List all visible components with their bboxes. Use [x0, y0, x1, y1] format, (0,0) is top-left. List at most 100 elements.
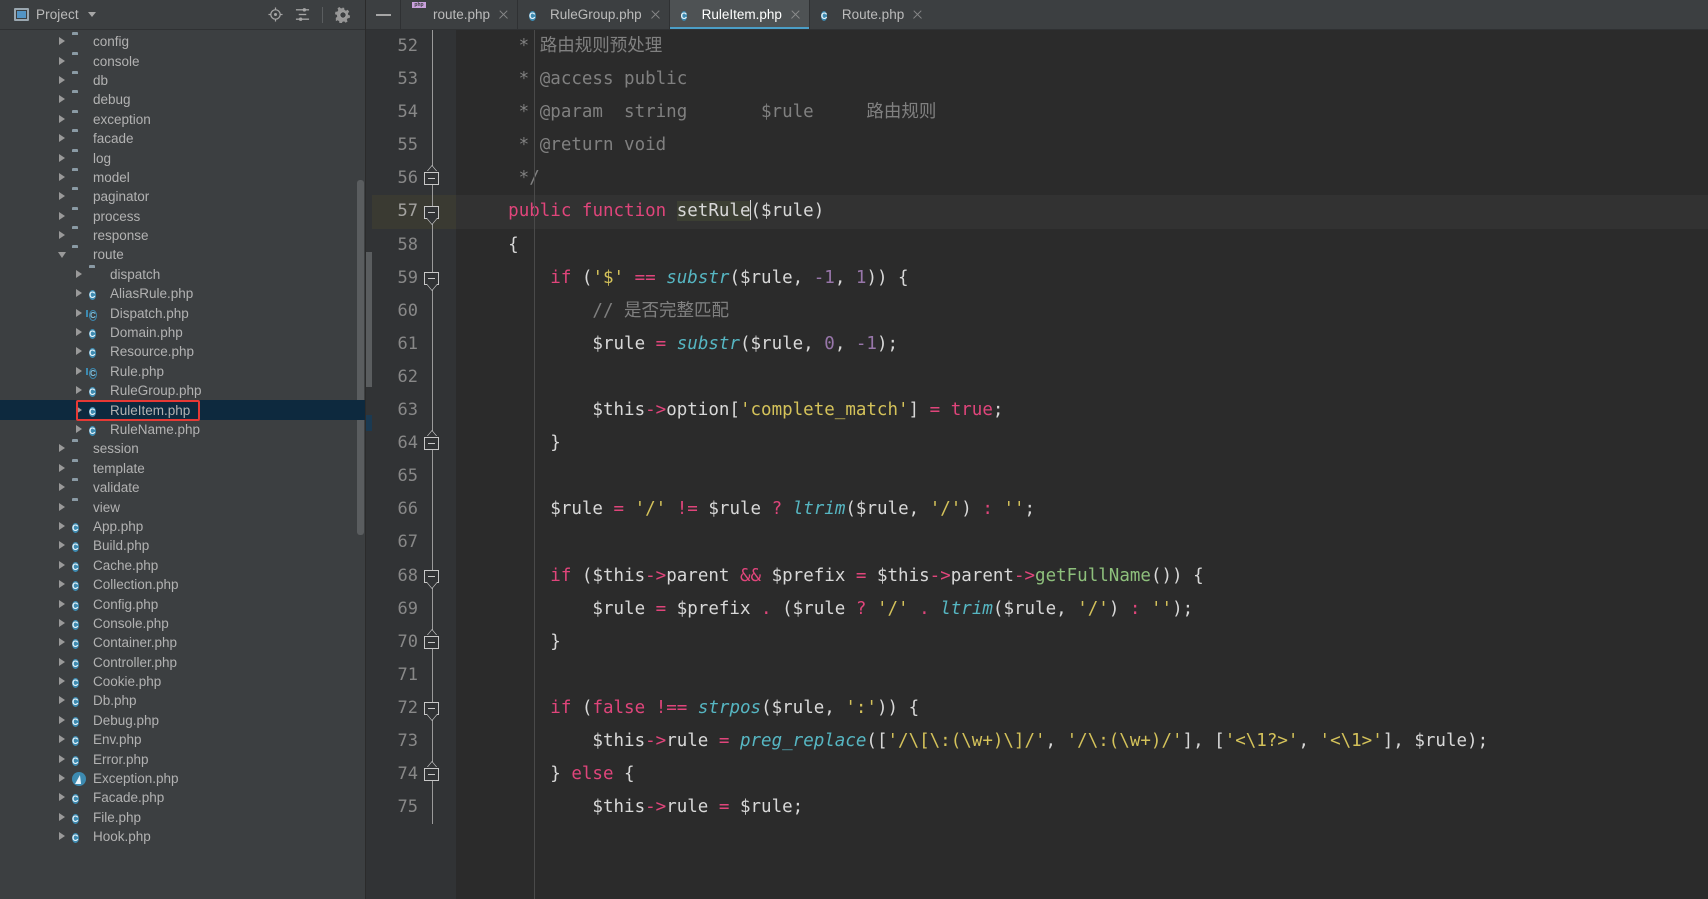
tree-item-debug[interactable]: debug [0, 90, 365, 109]
chevron-down-icon[interactable] [58, 250, 67, 259]
tree-item-process[interactable]: process [0, 207, 365, 226]
code-line[interactable] [456, 659, 1708, 692]
chevron-right-icon[interactable] [75, 366, 84, 376]
chevron-right-icon[interactable] [58, 696, 67, 705]
tree-item-resource[interactable]: C Resource.php [0, 342, 365, 361]
chevron-right-icon[interactable] [58, 580, 67, 589]
chevron-right-icon[interactable] [75, 289, 84, 298]
editor-tab-route[interactable]: route.php [400, 0, 517, 29]
tree-item-cache[interactable]: C Cache.php [0, 556, 365, 575]
tree-item-rule[interactable]: C Rule.php [0, 362, 365, 381]
chevron-right-icon[interactable] [58, 75, 67, 85]
chevron-right-icon[interactable] [58, 657, 67, 667]
fold-end-icon[interactable] [424, 635, 439, 649]
code-line[interactable]: $rule = $prefix . ($rule ? '/' . ltrim($… [456, 593, 1708, 626]
tree-item-response[interactable]: response [0, 226, 365, 245]
tree-item-session[interactable]: session [0, 439, 365, 458]
chevron-right-icon[interactable] [75, 328, 84, 337]
fold-collapse-icon[interactable] [424, 702, 439, 716]
tree-item-rulegroup[interactable]: C RuleGroup.php [0, 381, 365, 400]
chevron-right-icon[interactable] [75, 308, 84, 318]
chevron-right-icon[interactable] [75, 269, 84, 279]
code-line[interactable]: public function setRule($rule) [456, 195, 1708, 229]
chevron-right-icon[interactable] [58, 172, 67, 182]
tree-item-console[interactable]: console [0, 51, 365, 70]
chevron-right-icon[interactable] [58, 754, 67, 764]
editor-tab-ruleitem[interactable]: C RuleItem.php [668, 0, 810, 29]
code-line[interactable]: if (false !== strpos($rule, ':')) { [456, 692, 1708, 725]
close-icon[interactable] [498, 9, 509, 20]
chevron-down-icon[interactable] [87, 12, 96, 17]
chevron-right-icon[interactable] [75, 386, 84, 395]
code-line[interactable]: } else { [456, 758, 1708, 791]
fold-end-icon[interactable] [424, 172, 439, 186]
tree-item-build[interactable]: C Build.php [0, 536, 365, 555]
tree-item-hook[interactable]: C Hook.php [0, 827, 365, 846]
chevron-right-icon[interactable] [58, 774, 67, 783]
tree-item-paginator[interactable]: paginator [0, 187, 365, 206]
chevron-right-icon[interactable] [58, 502, 67, 512]
fold-end-icon[interactable] [424, 768, 439, 782]
chevron-right-icon[interactable] [75, 425, 84, 434]
code-line[interactable]: * @access public [456, 63, 1708, 96]
code-line[interactable]: */ [456, 162, 1708, 195]
tree-item-log[interactable]: log [0, 148, 365, 167]
fold-collapse-icon[interactable] [424, 205, 439, 219]
chevron-right-icon[interactable] [58, 56, 67, 66]
code-line[interactable]: { [456, 229, 1708, 262]
chevron-right-icon[interactable] [58, 541, 67, 550]
chevron-right-icon[interactable] [58, 735, 67, 744]
tree-item-config[interactable]: C Config.php [0, 594, 365, 613]
close-icon[interactable] [790, 9, 801, 20]
tree-item-controller[interactable]: C Controller.php [0, 653, 365, 672]
tree-item-console[interactable]: C Console.php [0, 614, 365, 633]
code-line[interactable] [456, 460, 1708, 493]
code-line[interactable]: * 路由规则预处理 [456, 30, 1708, 63]
tree-item-exception[interactable]: exception [0, 110, 365, 129]
code-folding-column[interactable] [421, 30, 443, 899]
tree-item-facade[interactable]: C Facade.php [0, 788, 365, 807]
tree-item-config[interactable]: config [0, 32, 365, 51]
chevron-right-icon[interactable] [58, 560, 67, 570]
tree-item-db[interactable]: C Db.php [0, 691, 365, 710]
chevron-right-icon[interactable] [75, 405, 84, 415]
tree-item-route[interactable]: route [0, 245, 365, 264]
tree-item-collection[interactable]: C Collection.php [0, 575, 365, 594]
code-line[interactable]: $this->option['complete_match'] = true; [456, 394, 1708, 427]
tree-item-rulename[interactable]: C RuleName.php [0, 420, 365, 439]
tree-item-file[interactable]: C File.php [0, 808, 365, 827]
chevron-right-icon[interactable] [58, 231, 67, 240]
fold-collapse-icon[interactable] [424, 569, 439, 583]
tree-item-facade[interactable]: facade [0, 129, 365, 148]
chevron-right-icon[interactable] [58, 114, 67, 124]
code-line[interactable]: * @param string $rule 路由规则 [456, 96, 1708, 129]
chevron-right-icon[interactable] [58, 211, 67, 221]
locate-icon[interactable] [268, 7, 283, 22]
code-line[interactable]: } [456, 626, 1708, 659]
code-line[interactable]: * @return void [456, 129, 1708, 162]
tree-item-domain[interactable]: C Domain.php [0, 323, 365, 342]
code-line[interactable] [456, 526, 1708, 559]
project-title-group[interactable]: Project [6, 7, 96, 22]
code-line[interactable]: $this->rule = $rule; [456, 791, 1708, 824]
hide-panel-icon[interactable] [366, 0, 400, 29]
gear-icon[interactable] [335, 6, 351, 23]
chevron-right-icon[interactable] [58, 715, 67, 725]
tree-item-exception[interactable]: Exception.php [0, 769, 365, 788]
chevron-right-icon[interactable] [58, 153, 67, 163]
code-line[interactable]: // 是否完整匹配 [456, 295, 1708, 328]
chevron-right-icon[interactable] [58, 192, 67, 201]
chevron-right-icon[interactable] [58, 793, 67, 802]
chevron-right-icon[interactable] [58, 444, 67, 453]
collapse-all-icon[interactable] [295, 7, 310, 22]
project-file-tree[interactable]: config console db debug exception facade log mo… [0, 30, 365, 899]
code-line[interactable]: if ($this->parent && $prefix = $this->pa… [456, 560, 1708, 593]
tree-item-app[interactable]: C App.php [0, 517, 365, 536]
tree-item-view[interactable]: view [0, 497, 365, 516]
tree-item-dispatch[interactable]: dispatch [0, 265, 365, 284]
tree-item-validate[interactable]: validate [0, 478, 365, 497]
editor-gutter[interactable]: 52 53 54 55 56 57 58 59 60 61 62 63 64 65 66 67 68 69 70 71… [372, 30, 456, 899]
tree-item-model[interactable]: model [0, 168, 365, 187]
tree-item-aliasrule[interactable]: C AliasRule.php [0, 284, 365, 303]
close-icon[interactable] [912, 9, 923, 20]
